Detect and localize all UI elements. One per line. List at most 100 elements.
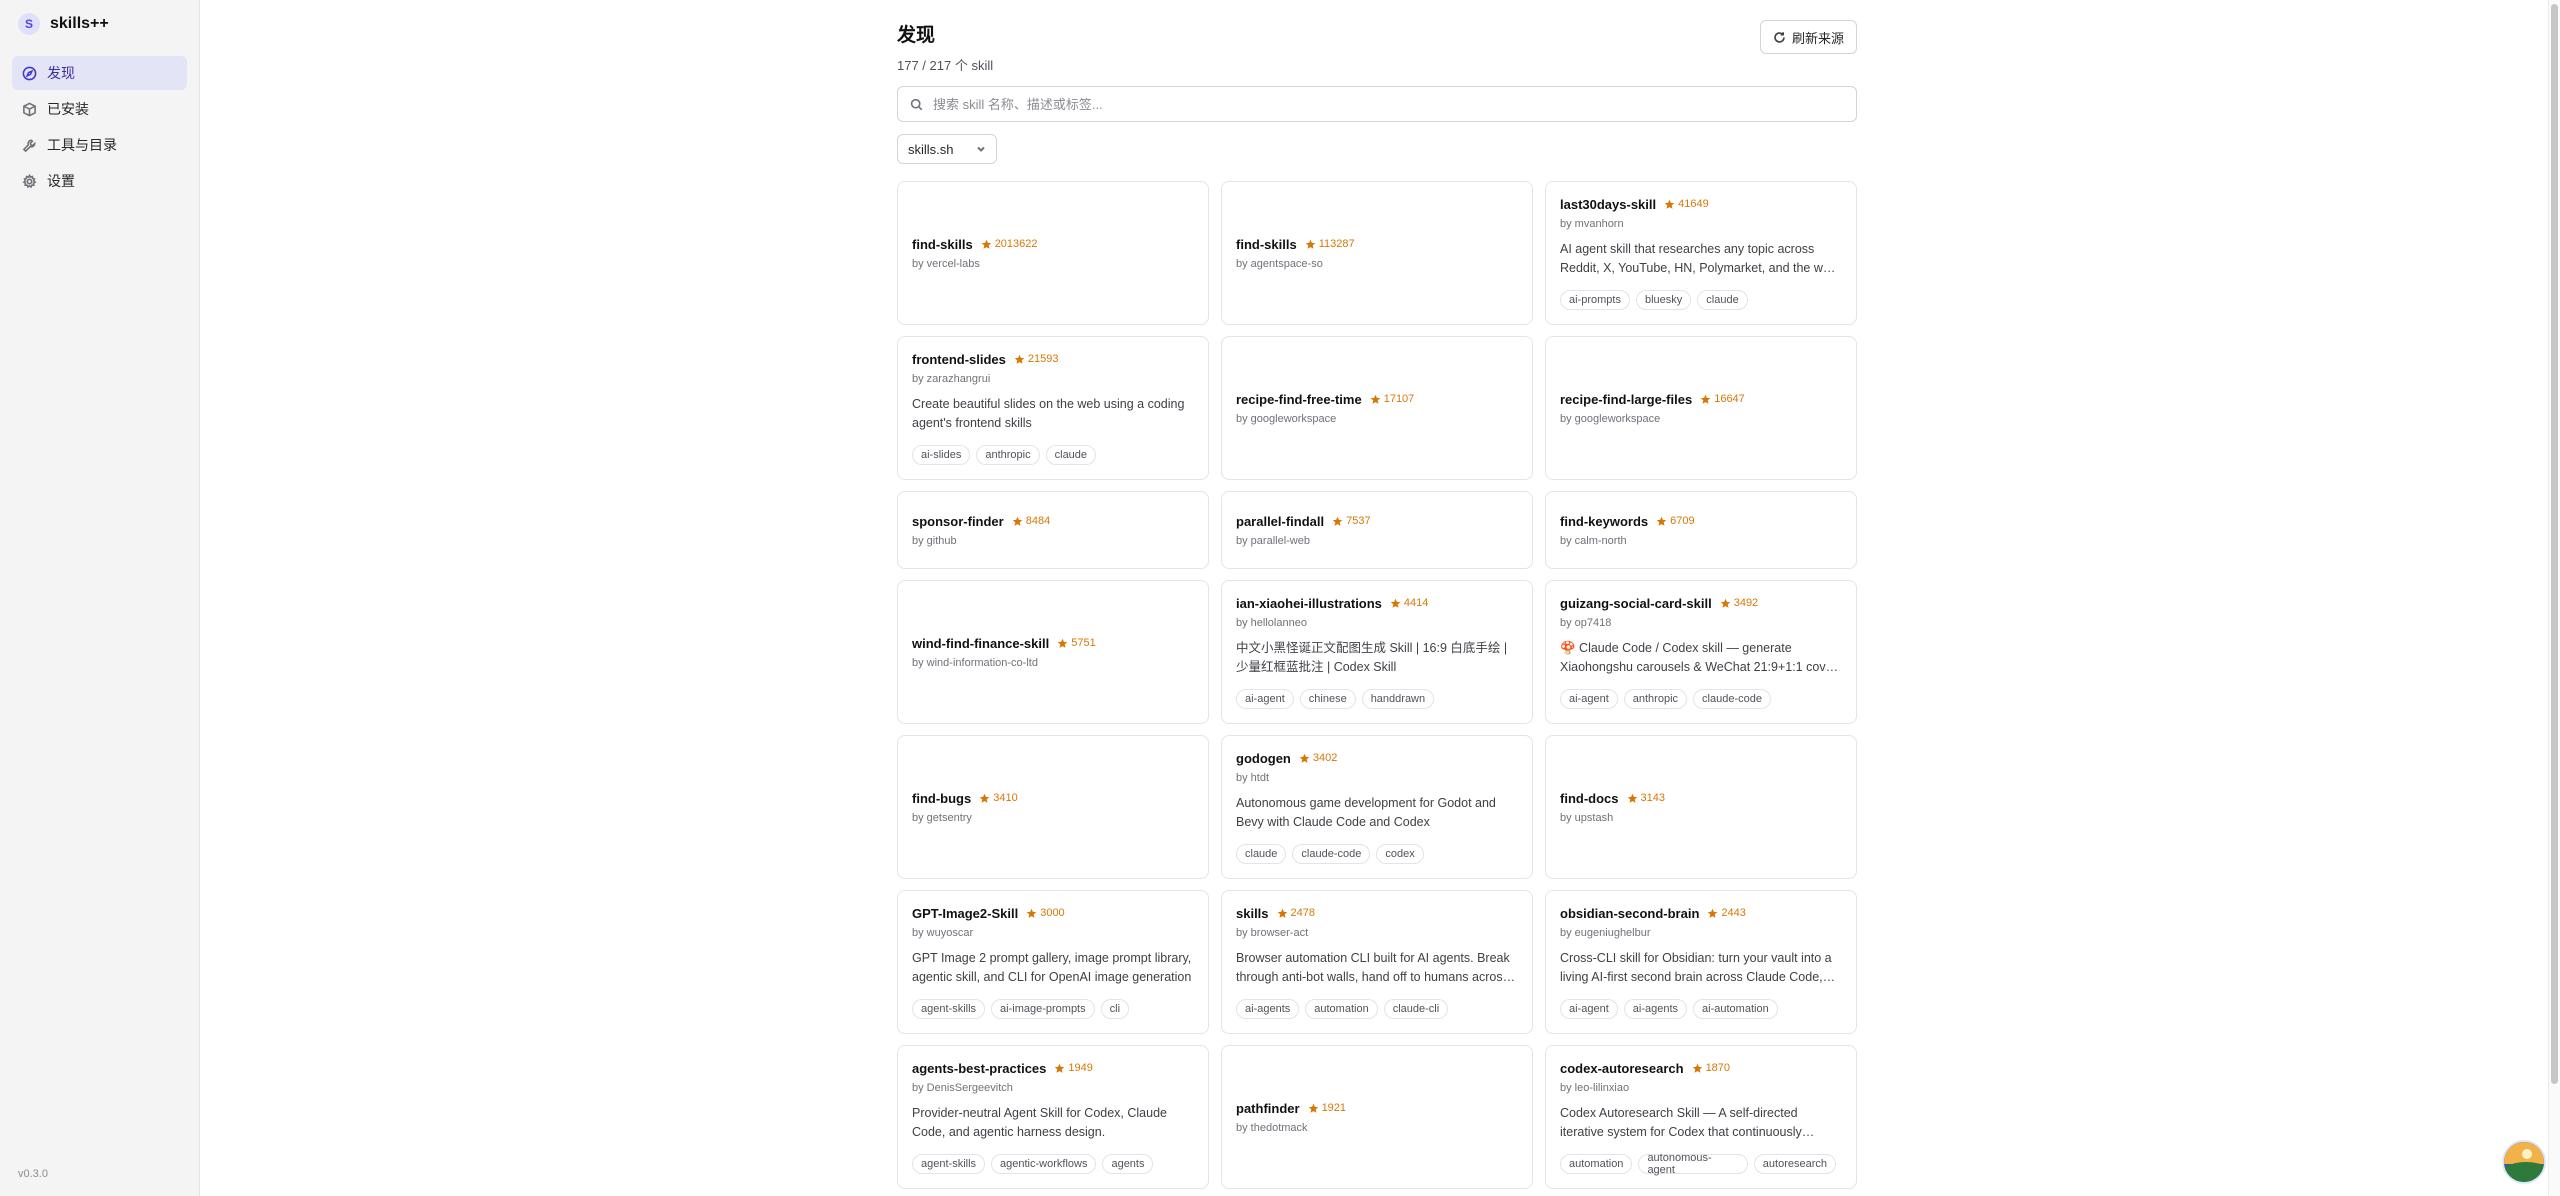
- assistant-avatar-button[interactable]: [2502, 1140, 2546, 1184]
- card-header: wind-find-finance-skill 5751: [912, 636, 1194, 651]
- skill-card[interactable]: guizang-social-card-skill 3492 by op7418 🍄 …: [1545, 580, 1857, 724]
- card-header: ian-xiaohei-illustrations 4414: [1236, 596, 1518, 611]
- skill-card[interactable]: last30days-skill 41649 by mvanhorn AI agent…: [1545, 181, 1857, 325]
- skill-card[interactable]: wind-find-finance-skill 5751 by wind-infor…: [897, 580, 1209, 724]
- skill-card[interactable]: sponsor-finder 8484 by github: [897, 491, 1209, 569]
- star-count: 1921: [1308, 1102, 1346, 1114]
- skill-card[interactable]: ian-xiaohei-illustrations 4414 by hellolan…: [1221, 580, 1533, 724]
- sidebar-item-discover[interactable]: 发现: [12, 56, 187, 90]
- skill-tag[interactable]: claude: [1045, 444, 1097, 465]
- skill-card[interactable]: recipe-find-large-files 16647 by googlewor…: [1545, 336, 1857, 480]
- skill-tag[interactable]: handdrawn: [1361, 688, 1435, 709]
- app-root: S skills++ 发现 已安装 工具与目录 设置 v0.3.0 发现 177…: [0, 0, 2560, 1196]
- sidebar-item-tools[interactable]: 工具与目录: [12, 128, 187, 162]
- skill-card[interactable]: frontend-slides 21593 by zarazhangrui Creat…: [897, 336, 1209, 480]
- skill-author: by vercel-labs: [912, 257, 980, 270]
- skill-card[interactable]: find-skills 113287 by agentspace-so: [1221, 181, 1533, 325]
- skill-card[interactable]: obsidian-second-brain 2443 by eugeniughelb…: [1545, 890, 1857, 1034]
- skill-tag[interactable]: ai-agent: [1236, 688, 1294, 709]
- skill-author: by wind-information-co-ltd: [912, 656, 1038, 669]
- skill-tag[interactable]: automation: [1560, 1153, 1633, 1174]
- skill-card[interactable]: pathfinder 1921 by thedotmack: [1221, 1045, 1533, 1189]
- skill-author: by eugeniughelbur: [1560, 926, 1651, 939]
- scrollbar[interactable]: [2548, 0, 2560, 1196]
- skill-tag[interactable]: ai-slides: [912, 444, 971, 465]
- star-count: 5751: [1057, 637, 1096, 649]
- skill-tag[interactable]: chinese: [1299, 688, 1356, 709]
- skill-card[interactable]: GPT-Image2-Skill 3000 by wuyoscar GPT Image…: [897, 890, 1209, 1034]
- brand-avatar: S: [18, 13, 40, 35]
- star-icon: [1390, 598, 1401, 608]
- skill-tag[interactable]: bluesky: [1635, 289, 1692, 310]
- skill-card[interactable]: find-keywords 6709 by calm-north: [1545, 491, 1857, 569]
- sidebar: S skills++ 发现 已安装 工具与目录 设置 v0.3.0: [0, 0, 200, 1196]
- skill-card[interactable]: find-bugs 3410 by getsentry: [897, 735, 1209, 879]
- card-header: find-skills 2013622: [912, 237, 1194, 252]
- skill-card[interactable]: recipe-find-free-time 17107 by googleworks…: [1221, 336, 1533, 480]
- skill-name: find-skills: [912, 236, 973, 252]
- skill-grid: find-skills 2013622 by vercel-labs find-ski…: [897, 181, 1857, 1196]
- skill-name: wind-find-finance-skill: [912, 635, 1050, 651]
- skill-name: ian-xiaohei-illustrations: [1236, 595, 1382, 611]
- page-title: 发现: [897, 25, 936, 46]
- skill-tag[interactable]: claude-code: [1292, 843, 1371, 864]
- skill-card[interactable]: find-docs 3143 by upstash: [1545, 735, 1857, 879]
- skill-card[interactable]: godogen 3402 by htdt Autonomous game develo…: [1221, 735, 1533, 879]
- skill-tag[interactable]: cli: [1100, 998, 1130, 1019]
- search-input[interactable]: [933, 96, 1833, 112]
- search-bar[interactable]: [897, 86, 1857, 122]
- sidebar-item-installed[interactable]: 已安装: [12, 92, 187, 126]
- skill-tag[interactable]: claude: [1697, 289, 1748, 310]
- refresh-sources-button[interactable]: 刷新来源: [1759, 20, 1857, 54]
- skill-tag[interactable]: ai-agents: [1623, 998, 1688, 1019]
- skill-tag[interactable]: automation: [1305, 998, 1378, 1019]
- skill-tag[interactable]: ai-image-prompts: [991, 998, 1095, 1019]
- skill-tag[interactable]: ai-automation: [1693, 998, 1778, 1019]
- skill-count: 177 / 217 个 skill: [897, 58, 994, 73]
- skill-tag[interactable]: anthropic: [1623, 688, 1688, 709]
- skill-tag[interactable]: anthropic: [976, 444, 1040, 465]
- scrollbar-thumb[interactable]: [2551, 4, 2558, 1084]
- skill-tag[interactable]: ai-agents: [1236, 998, 1300, 1019]
- star-count: 3402: [1299, 752, 1337, 764]
- skill-tags: ai-slides anthropic claude: [912, 444, 1194, 465]
- skill-tag[interactable]: agents: [1102, 1153, 1154, 1174]
- skill-author: by googleworkspace: [1560, 412, 1661, 425]
- skill-card[interactable]: agents-best-practices 1949 by DenisSergeev…: [897, 1045, 1209, 1189]
- skill-tag[interactable]: ai-agent: [1560, 688, 1618, 709]
- skill-tag[interactable]: autonomous-agent: [1638, 1152, 1748, 1176]
- skill-tag[interactable]: autoresearch: [1753, 1153, 1836, 1174]
- skill-tag[interactable]: ai-prompts: [1560, 289, 1630, 310]
- skill-tag[interactable]: agentic-workflows: [991, 1153, 1097, 1174]
- skill-tag[interactable]: claude-cli: [1383, 998, 1449, 1019]
- skill-card[interactable]: skills 2478 by browser-act Browser automati…: [1221, 890, 1533, 1034]
- card-header: guizang-social-card-skill 3492: [1560, 596, 1842, 611]
- skill-tag[interactable]: agent-skills: [912, 1153, 986, 1174]
- star-count: 6709: [1656, 515, 1695, 527]
- skill-name: recipe-find-large-files: [1560, 391, 1693, 407]
- star-icon: [1664, 199, 1675, 209]
- star-count-value: 6709: [1670, 515, 1695, 527]
- skill-name: find-skills: [1236, 236, 1297, 252]
- star-count-value: 3000: [1040, 907, 1065, 919]
- skill-author: by DenisSergeevitch: [912, 1081, 1013, 1094]
- skill-tags: agent-skills ai-image-prompts cli: [912, 998, 1194, 1019]
- star-icon: [1627, 793, 1637, 803]
- skill-tag[interactable]: claude-code: [1693, 688, 1771, 709]
- skill-tag[interactable]: agent-skills: [912, 998, 986, 1019]
- skill-tag[interactable]: codex: [1376, 843, 1424, 864]
- star-count: 2443: [1707, 907, 1746, 919]
- skill-author: by browser-act: [1236, 926, 1309, 939]
- skill-card[interactable]: parallel-findall 7537 by parallel-web: [1221, 491, 1533, 569]
- skill-tag[interactable]: claude: [1236, 843, 1287, 864]
- chevron-down-icon: [977, 146, 985, 152]
- star-count-value: 17107: [1383, 393, 1415, 405]
- card-header: recipe-find-free-time 17107: [1236, 392, 1518, 407]
- sidebar-item-settings[interactable]: 设置: [12, 164, 187, 198]
- star-count-value: 7537: [1346, 515, 1371, 527]
- source-select[interactable]: skills.sh: [897, 134, 997, 164]
- star-count: 17107: [1370, 393, 1415, 405]
- skill-card[interactable]: find-skills 2013622 by vercel-labs: [897, 181, 1209, 325]
- skill-card[interactable]: codex-autoresearch 1870 by leo-lilinxiao Co…: [1545, 1045, 1857, 1189]
- skill-tag[interactable]: ai-agent: [1560, 998, 1618, 1019]
